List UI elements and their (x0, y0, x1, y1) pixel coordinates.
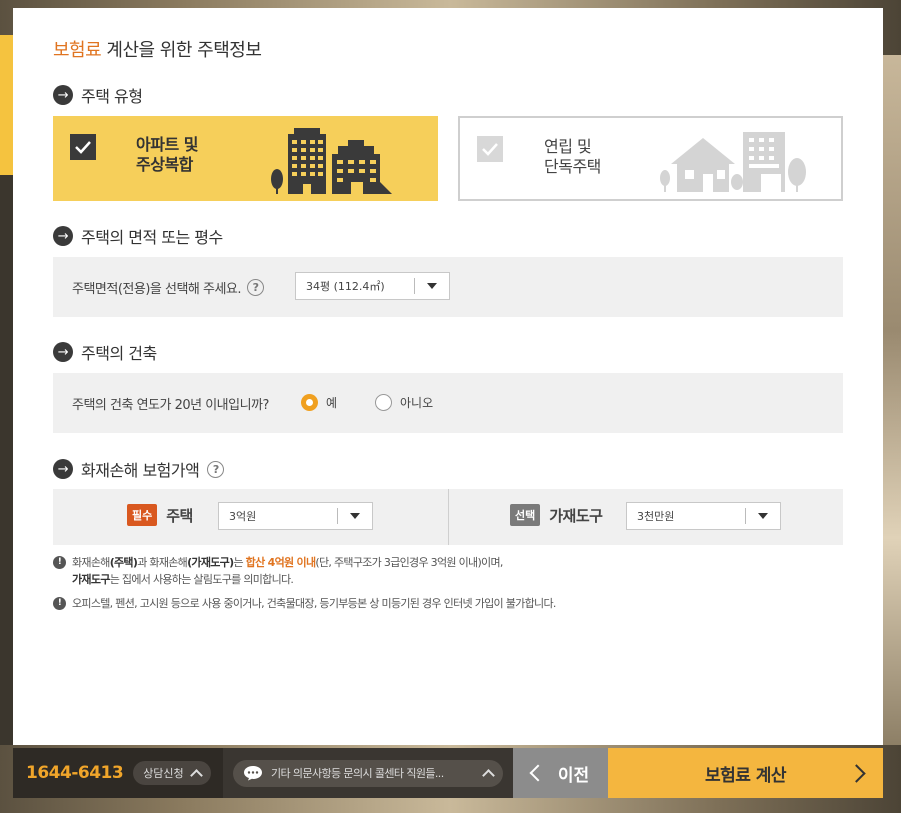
detached-label-line2: 단독주택 (544, 157, 601, 176)
note-coverage-text: 화재손해(주택)과 화재손해(가재도구)는 합산 4억원 이내(단, 주택구조가… (72, 554, 503, 588)
section-coverage-heading: → 화재손해 보험가액 ? (53, 457, 225, 481)
section-house-type-heading: → 주택 유형 (53, 83, 143, 107)
chevron-up-icon (189, 768, 203, 782)
radio-yes-label: 예 (326, 396, 338, 410)
chat-text: 기타 의문사항등 문의시 콜센타 직원들... (271, 767, 444, 780)
chevron-up-icon[interactable] (482, 768, 495, 782)
chat-button[interactable]: 기타 의문사항등 문의시 콜센타 직원들... (233, 759, 503, 787)
apartment-buildings-icon (271, 128, 392, 194)
coverage-box: 필수 주택 3억원 선택 가재도구 3천만원 (53, 489, 843, 545)
background-left (0, 175, 13, 745)
required-badge: 필수 (127, 504, 158, 526)
contact-block: 1644-6413 상담신청 (13, 748, 223, 798)
detached-label-line1: 연립 및 (544, 137, 592, 156)
chevron-down-icon[interactable] (415, 283, 449, 289)
chevron-down-icon[interactable] (338, 513, 372, 519)
radio-no-label: 아니오 (400, 396, 434, 410)
house-value-select[interactable]: 3억원 (218, 502, 373, 530)
optional-badge: 선택 (510, 504, 541, 526)
area-box: 주택면적(전용)을 선택해 주세요. ? 34평 (112.4㎡) (53, 257, 843, 317)
arrow-right-icon: → (53, 85, 73, 105)
arrow-right-icon: → (53, 342, 73, 362)
radio-unselected-icon[interactable] (375, 394, 392, 411)
goods-value-select[interactable]: 3천만원 (626, 502, 781, 530)
note-bold: (가재도구) (187, 556, 234, 569)
question-icon[interactable]: ? (207, 460, 225, 478)
bottom-bar: 1644-6413 상담신청 기타 의문사항등 문의시 콜센타 직원들... 이… (13, 748, 883, 798)
radio-selected-icon[interactable] (301, 394, 318, 411)
area-question: 주택면적(전용)을 선택해 주세요. ? (72, 278, 265, 297)
section-area-title: 주택의 면적 또는 평수 (81, 228, 223, 247)
arrow-right-icon: → (53, 226, 73, 246)
houses-icon (660, 132, 806, 192)
house-type-detached-card[interactable]: 연립 및 단독주택 (458, 116, 843, 201)
page-title-accent: 보험료 (53, 40, 102, 61)
vertical-divider (448, 489, 449, 545)
note-text: 는 (233, 556, 246, 569)
phone-number[interactable]: 1644-6413 (26, 763, 124, 783)
area-select-value: 34평 (112.4㎡) (306, 280, 385, 293)
chat-block: 기타 의문사항등 문의시 콜센타 직원들... (223, 748, 513, 798)
note-text: 화재손해 (72, 556, 110, 569)
note-text: 과 화재손해 (137, 556, 188, 569)
chevron-right-icon (847, 764, 866, 783)
note-restriction: ! 오피스텔, 펜션, 고시원 등으로 사용 중이거나, 건축물대장, 등기부등… (53, 595, 556, 612)
notes: ! 화재손해(주택)과 화재손해(가재도구)는 합산 4억원 이내(단, 주택구… (53, 554, 556, 619)
form-panel: 보험료 계산을 위한 주택정보 → 주택 유형 아파트 및 주상복합 연립 및 … (13, 8, 883, 745)
area-question-text: 주택면적(전용)을 선택해 주세요. (72, 282, 242, 297)
calculate-premium-button[interactable]: 보험료 계산 (608, 748, 883, 798)
area-select[interactable]: 34평 (112.4㎡) (295, 272, 450, 300)
checkbox-checked-icon[interactable] (70, 134, 96, 160)
checkbox-unchecked-icon[interactable] (477, 136, 503, 162)
note-coverage-limit: ! 화재손해(주택)과 화재손해(가재도구)는 합산 4억원 이내(단, 주택구… (53, 554, 556, 588)
arrow-right-icon: → (53, 459, 73, 479)
section-area-heading: → 주택의 면적 또는 평수 (53, 224, 223, 248)
page-title-rest: 계산을 위한 주택정보 (101, 40, 262, 61)
note-bold: (주택) (109, 556, 138, 569)
house-value-group: 필수 주택 (127, 504, 193, 526)
construction-question: 주택의 건축 연도가 20년 이내입니까? (72, 398, 269, 413)
chat-bubble-icon (244, 766, 262, 781)
note-bold: 가재도구 (72, 573, 110, 586)
radio-yes[interactable]: 예 (301, 394, 337, 411)
apartment-label: 아파트 및 주상복합 (136, 135, 198, 175)
note-text: (단, 주택구조가 3급인경우 3억원 이내)이며, (315, 556, 503, 569)
calculate-premium-label: 보험료 계산 (704, 765, 787, 786)
question-icon[interactable]: ? (247, 279, 265, 296)
note-text: 는 집에서 사용하는 살림도구를 의미합니다. (109, 573, 294, 586)
consult-button-label: 상담신청 (143, 767, 184, 780)
prev-button-label: 이전 (557, 765, 590, 786)
section-construction-heading: → 주택의 건축 (53, 340, 157, 364)
house-value-select-value: 3억원 (229, 510, 257, 523)
apartment-label-line1: 아파트 및 (136, 135, 198, 154)
section-construction-title: 주택의 건축 (81, 344, 157, 363)
page-title: 보험료 계산을 위한 주택정보 (53, 36, 262, 62)
goods-value-label: 가재도구 (549, 506, 603, 525)
house-type-apartment-card[interactable]: 아파트 및 주상복합 (53, 116, 438, 201)
note-highlight: 합산 4억원 이내 (245, 556, 316, 569)
apartment-label-line2: 주상복합 (136, 155, 193, 174)
background-left-accent (0, 35, 13, 175)
goods-value-select-value: 3천만원 (637, 510, 675, 523)
house-value-label: 주택 (166, 506, 193, 525)
construction-box: 주택의 건축 연도가 20년 이내입니까? 예 아니오 (53, 373, 843, 433)
note-restriction-text: 오피스텔, 펜션, 고시원 등으로 사용 중이거나, 건축물대장, 등기부등본 … (72, 597, 556, 610)
section-coverage-title: 화재손해 보험가액 (81, 461, 200, 480)
radio-no[interactable]: 아니오 (375, 394, 433, 411)
consult-button[interactable]: 상담신청 (133, 761, 211, 785)
section-house-type-title: 주택 유형 (81, 87, 143, 106)
chevron-down-icon[interactable] (746, 513, 780, 519)
prev-button[interactable]: 이전 (513, 748, 608, 798)
exclamation-icon: ! (53, 597, 66, 610)
chevron-left-icon (529, 764, 547, 782)
detached-label: 연립 및 단독주택 (544, 137, 601, 177)
exclamation-icon: ! (53, 556, 66, 569)
background-right (883, 55, 901, 745)
goods-value-group: 선택 가재도구 (510, 504, 603, 526)
